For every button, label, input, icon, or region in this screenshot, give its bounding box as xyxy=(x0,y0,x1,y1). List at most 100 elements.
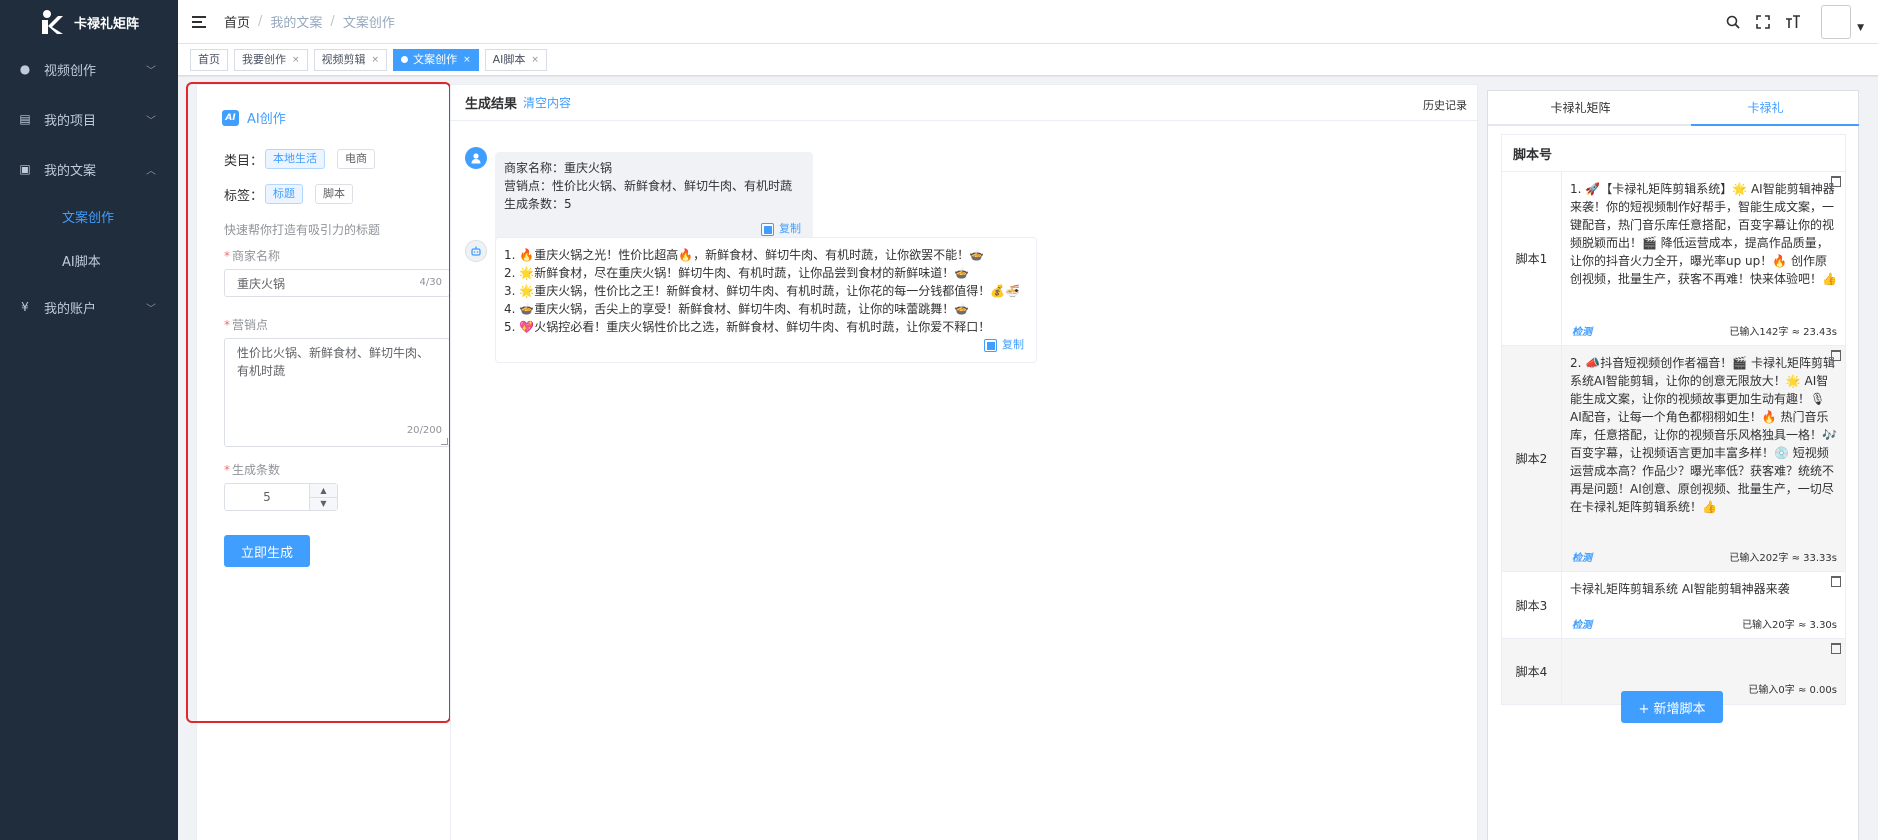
brand-logo[interactable]: 卡禄礼矩阵 xyxy=(0,0,178,44)
query-bubble: 商家名称：重庆火锅 营销点：性价比火锅、新鲜食材、鲜切牛肉、有机时蔬 生成条数：… xyxy=(495,152,813,246)
chevron-down-icon: ﹀ xyxy=(146,116,156,127)
sidebar: 卡禄礼矩阵 ● 视频创作 ﹀ ▤ 我的项目 ﹀ ▣ 我的文案 ︿ 文案创作 AI… xyxy=(0,0,178,840)
tag-label: 标签： xyxy=(224,188,264,204)
tab-karuli[interactable]: 卡禄礼 xyxy=(1673,91,1858,124)
increment-icon[interactable]: ▲ xyxy=(310,484,337,498)
category-label: 类目： xyxy=(224,153,264,169)
font-size-icon[interactable] xyxy=(1785,14,1801,30)
script-cell[interactable]: 2. 📣抖音短视频创作者福音！🎬 卡禄礼矩阵剪辑系统AI智能剪辑，让你的创意无限… xyxy=(1562,346,1845,571)
chevron-down-icon: ﹀ xyxy=(146,304,156,315)
script-table: 脚本号 脚本1 1. 🚀【卡禄礼矩阵剪辑系统】🌟 AI智能剪辑神器来袭！你的短视… xyxy=(1501,134,1846,705)
decrement-icon[interactable]: ▼ xyxy=(310,498,337,511)
close-icon[interactable]: × xyxy=(292,50,300,70)
query-line: 生成条数：5 xyxy=(504,197,572,211)
tag-ai-script[interactable]: AI脚本 × xyxy=(484,48,547,71)
table-row: 脚本2 2. 📣抖音短视频创作者福音！🎬 卡禄礼矩阵剪辑系统AI智能剪辑，让你的… xyxy=(1502,346,1845,572)
tag-create[interactable]: 我要创作 × xyxy=(234,48,308,71)
menu-label: 我的账户 xyxy=(44,301,97,317)
menu-copy-create[interactable]: 文案创作 xyxy=(0,194,178,238)
avatar[interactable] xyxy=(1821,5,1852,39)
answer-line: 5. 💖火锅控必看！重庆火锅性价比之选，新鲜食材、鲜切牛肉、有机时蔬，让你爱不释… xyxy=(504,320,991,334)
selling-textarea[interactable]: 性价比火锅、新鲜食材、鲜切牛肉、有机时蔬 20/200 xyxy=(224,338,450,447)
tag-video-edit[interactable]: 视频剪辑 × xyxy=(313,48,388,71)
search-icon[interactable] xyxy=(1725,14,1741,30)
table-row: 脚本3 卡禄礼矩阵剪辑系统 AI智能剪辑神器来袭 检测 已输入20字 ≈ 3.3… xyxy=(1502,572,1845,639)
tag-title-option[interactable]: 标题 xyxy=(265,184,304,204)
tag-label: 首页 xyxy=(198,52,220,66)
form-title-text: AI创作 xyxy=(247,112,286,127)
merchant-label: * 商家名称 xyxy=(224,249,281,263)
ai-badge-icon: AI xyxy=(222,109,239,126)
script-number: 脚本3 xyxy=(1502,572,1562,638)
close-icon[interactable]: × xyxy=(531,50,539,70)
brand-mark-icon xyxy=(42,10,63,34)
tag-home[interactable]: 首页 xyxy=(190,48,228,71)
char-stat: 已输入0字 ≈ 0.00s xyxy=(1748,685,1837,696)
char-counter: 4/30 xyxy=(419,277,442,288)
caret-down-icon[interactable]: ▼ xyxy=(1857,23,1864,33)
menu-video-create[interactable]: ● 视频创作 ﹀ xyxy=(0,44,178,94)
menu-label: 我的项目 xyxy=(44,113,97,129)
tab-karuli-matrix[interactable]: 卡禄礼矩阵 xyxy=(1488,91,1673,124)
tag-script-option[interactable]: 脚本 xyxy=(315,184,354,204)
form-title: AI AI创作 xyxy=(222,108,286,127)
add-script-button[interactable]: + 新增脚本 xyxy=(1621,691,1723,723)
copy-button[interactable]: 复制 xyxy=(984,336,1024,354)
column-header: 脚本号 xyxy=(1513,147,1553,163)
breadcrumb-separator: / xyxy=(258,14,263,29)
count-stepper[interactable]: 5 ▲ ▼ xyxy=(224,483,338,511)
menu-my-copy[interactable]: ▣ 我的文案 ︿ xyxy=(0,144,178,194)
copy-label: 复制 xyxy=(779,222,801,235)
user-avatar-icon xyxy=(465,147,487,169)
check-link[interactable]: 检测 xyxy=(1572,324,1592,342)
result-title: 生成结果 xyxy=(465,97,518,112)
script-text: 1. 🚀【卡禄礼矩阵剪辑系统】🌟 AI智能剪辑神器来袭！你的短视频制作好帮手，智… xyxy=(1570,182,1837,286)
selling-value: 性价比火锅、新鲜食材、鲜切牛肉、有机时蔬 xyxy=(237,346,430,378)
generate-button[interactable]: 立即生成 xyxy=(224,535,310,567)
script-cell[interactable]: 1. 🚀【卡禄礼矩阵剪辑系统】🌟 AI智能剪辑神器来袭！你的短视频制作好帮手，智… xyxy=(1562,172,1845,345)
tag-row: 标签： 标题 脚本 xyxy=(224,184,354,204)
resize-handle-icon[interactable] xyxy=(441,438,448,445)
query-line: 营销点：性价比火锅、新鲜食材、鲜切牛肉、有机时蔬 xyxy=(504,179,793,193)
menu-my-account[interactable]: ¥ 我的账户 ﹀ xyxy=(0,282,178,332)
menu-ai-script[interactable]: AI脚本 xyxy=(0,238,178,282)
category-ecommerce[interactable]: 电商 xyxy=(337,149,376,169)
count-value[interactable]: 5 xyxy=(225,484,309,510)
close-icon[interactable]: × xyxy=(372,50,380,70)
script-panel: 卡禄礼矩阵 卡禄礼 脚本号 脚本1 1. 🚀【卡禄礼矩阵剪辑系统】🌟 AI智能剪… xyxy=(1487,90,1859,840)
category-local-life[interactable]: 本地生活 xyxy=(265,149,326,169)
trash-icon[interactable] xyxy=(1831,643,1841,654)
fullscreen-icon[interactable] xyxy=(1755,14,1771,30)
top-navbar: 首页 / 我的文案 / 文案创作 ▼ xyxy=(178,0,1878,44)
trash-icon[interactable] xyxy=(1831,176,1841,187)
answer-bubble: 1. 🔥重庆火锅之光！性价比超高🔥，新鲜食材、鲜切牛肉、有机时蔬，让你欲罢不能！… xyxy=(495,237,1037,363)
selling-label: * 营销点 xyxy=(224,318,269,332)
copy-icon xyxy=(984,338,997,352)
merchant-input[interactable]: 重庆火锅 4/30 xyxy=(224,269,450,297)
history-link[interactable]: 历史记录 xyxy=(1423,97,1467,113)
script-number: 脚本1 xyxy=(1502,172,1562,345)
tag-label: AI脚本 xyxy=(492,52,526,66)
hamburger-icon[interactable] xyxy=(192,15,206,28)
script-number: 脚本2 xyxy=(1502,346,1562,571)
tag-copy-create[interactable]: 文案创作 × xyxy=(393,48,479,71)
script-cell[interactable]: 卡禄礼矩阵剪辑系统 AI智能剪辑神器来袭 检测 已输入20字 ≈ 3.30s xyxy=(1562,572,1845,638)
table-row: 脚本1 1. 🚀【卡禄礼矩阵剪辑系统】🌟 AI智能剪辑神器来袭！你的短视频制作好… xyxy=(1502,172,1845,346)
clear-content-link[interactable]: 清空内容 xyxy=(523,94,571,111)
copy-button[interactable]: 复制 xyxy=(761,220,801,238)
trash-icon[interactable] xyxy=(1831,350,1841,361)
close-icon[interactable]: × xyxy=(463,50,471,70)
merchant-value: 重庆火锅 xyxy=(237,276,286,291)
globe-icon: ● xyxy=(19,62,31,76)
breadcrumb-my-copy[interactable]: 我的文案 xyxy=(270,12,322,31)
count-label: * 生成条数 xyxy=(224,463,281,477)
trash-icon[interactable] xyxy=(1831,576,1841,587)
check-link[interactable]: 检测 xyxy=(1572,550,1592,568)
tag-label: 我要创作 xyxy=(242,52,286,66)
check-link[interactable]: 检测 xyxy=(1572,617,1592,635)
result-header: 生成结果 清空内容 历史记录 xyxy=(451,85,1477,121)
breadcrumb-home[interactable]: 首页 xyxy=(224,12,250,31)
ai-create-form: AI AI创作 类目： 本地生活 电商 标签： 标题 脚本 快速帮你打造有吸引力… xyxy=(196,84,462,840)
answer-line: 4. 🍲重庆火锅，舌尖上的享受！新鲜食材、鲜切牛肉、有机时蔬，让你的味蕾跳舞！🍲 xyxy=(504,302,970,316)
menu-my-projects[interactable]: ▤ 我的项目 ﹀ xyxy=(0,94,178,144)
